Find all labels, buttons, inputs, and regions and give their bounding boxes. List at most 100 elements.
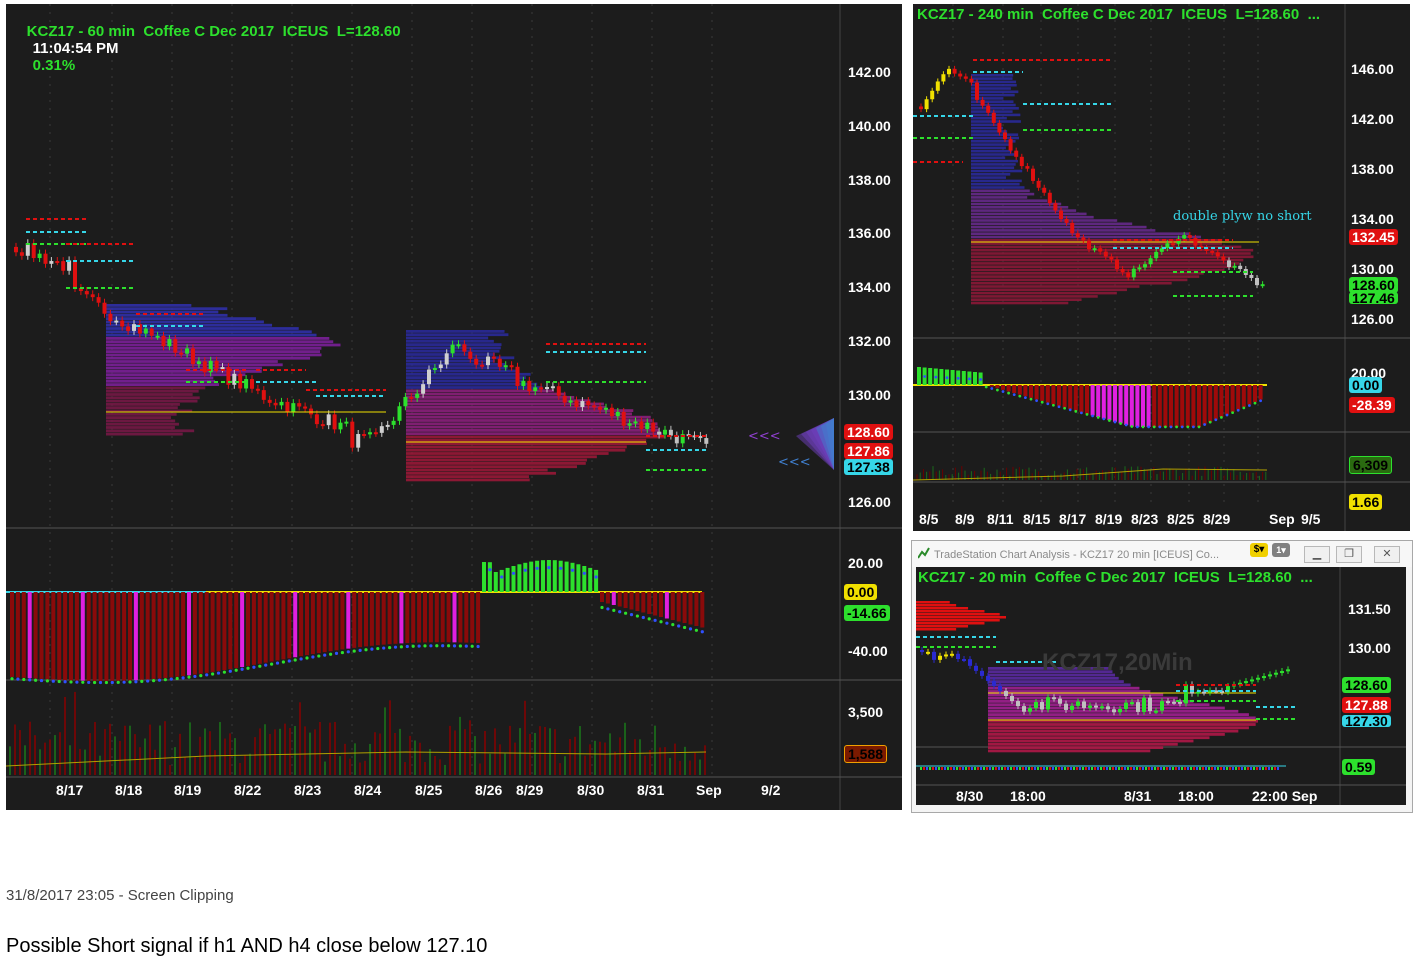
candle-body: [533, 387, 538, 392]
osc-dot: [1148, 767, 1150, 770]
candle-body: [545, 387, 549, 390]
candle-body: [633, 421, 638, 424]
volume-profile-bar: [406, 478, 530, 482]
h4-osc-zero-tag: 0.00: [1349, 377, 1383, 393]
candle-body: [938, 655, 942, 660]
m20-price-tick-2: 130.00: [1348, 640, 1391, 656]
candle-body: [1249, 274, 1254, 278]
candle-body: [31, 243, 36, 259]
osc-bar: [222, 592, 227, 671]
candle-body: [1046, 697, 1050, 710]
volume-profile-bar: [988, 726, 1249, 730]
volume-profile-bar: [971, 225, 1147, 229]
volume-profile-bar: [916, 604, 957, 607]
candle-body: [90, 294, 95, 298]
osc-signal-dot: [222, 670, 226, 674]
volume-profile-bar: [971, 182, 1020, 186]
osc-dot: [1103, 767, 1105, 770]
candle-body: [1053, 203, 1058, 211]
osc-signal-dot: [1001, 390, 1005, 393]
osc-signal-dot: [45, 679, 50, 683]
m20-date-2: 8/31: [1124, 788, 1152, 804]
osc-dot: [1085, 767, 1087, 770]
osc-dot: [983, 767, 985, 770]
candle-body: [1112, 709, 1116, 713]
m20-chart-canvas[interactable]: [916, 567, 1406, 805]
osc-bar: [629, 592, 634, 610]
candle-body: [385, 424, 390, 427]
h4-chart-canvas[interactable]: [913, 4, 1410, 531]
m20-chart-panel[interactable]: KCZ17 - 20 min Coffee C Dec 2017 ICEUS L…: [916, 567, 1406, 805]
close-button[interactable]: ✕: [1374, 546, 1400, 563]
osc-signal-dot: [51, 679, 55, 683]
h4-chart-annotation: double plyw no short: [1173, 209, 1312, 224]
osc-signal-dot: [1231, 411, 1234, 415]
volume-profile-bar: [406, 442, 647, 445]
main-chart-symbol: KCZ17 - 60 min Coffee C Dec 2017 ICEUS L…: [26, 23, 401, 40]
h4-chart-panel[interactable]: KCZ17 - 240 min Coffee C Dec 2017 ICEUS …: [913, 4, 1410, 531]
candle-body: [397, 406, 402, 421]
m20-red-level-tag: 127.88: [1342, 697, 1391, 713]
m20-osc-tag: 0.59: [1342, 759, 1376, 775]
osc-bar: [529, 561, 534, 592]
volume-profile-bar: [988, 703, 1210, 707]
m20-window-titlebar[interactable]: TradeStation Chart Analysis - KCZ17 20 m…: [912, 541, 1412, 567]
osc-bar: [1073, 385, 1078, 411]
candle-body: [1106, 706, 1110, 710]
osc-dot: [1250, 767, 1252, 770]
candle-body: [956, 653, 960, 659]
candle-body: [1131, 268, 1136, 278]
main-cyan-level-tag: 127.38: [844, 459, 893, 475]
osc-dot: [947, 767, 949, 770]
dollar-icon[interactable]: $▾: [1250, 543, 1268, 557]
candle-body: [980, 99, 985, 106]
osc-signal-dot: [270, 662, 274, 666]
osc-signal-dot: [945, 376, 949, 380]
osc-signal-dot: [87, 680, 91, 685]
volume-profile-bar: [971, 189, 1030, 193]
osc-dot: [1115, 767, 1117, 770]
osc-signal-dot: [1242, 406, 1246, 410]
osc-bar: [192, 592, 197, 675]
osc-bar: [346, 592, 351, 649]
main-chart-canvas[interactable]: <<< <<<: [6, 4, 902, 810]
osc-signal-dot: [1063, 406, 1066, 410]
osc-signal-dot: [700, 630, 704, 634]
candle-body: [651, 422, 656, 432]
volume-profile-bar: [406, 402, 604, 406]
osc-dot: [1262, 767, 1264, 770]
osc-signal-dot: [529, 567, 533, 571]
candle-body: [338, 422, 343, 430]
candle-body: [314, 414, 319, 425]
osc-dot: [1001, 767, 1003, 770]
candle-body: [297, 403, 302, 407]
osc-bar: [600, 592, 604, 602]
candle-body: [73, 260, 77, 288]
m20-window[interactable]: TradeStation Chart Analysis - KCZ17 20 m…: [911, 540, 1413, 813]
osc-dot: [962, 767, 964, 770]
main-volume-tag: 1,588: [844, 745, 888, 763]
candle-body: [267, 399, 272, 403]
osc-signal-dot: [305, 656, 309, 660]
h4-price-tick-0: 146.00: [1351, 61, 1394, 77]
candle-body: [926, 651, 930, 654]
osc-bar: [45, 592, 50, 680]
volume-profile-bar: [971, 116, 1007, 120]
candle-body: [604, 407, 608, 410]
osc-dot: [1043, 767, 1045, 770]
minimize-button[interactable]: ▁: [1304, 546, 1330, 563]
volume-profile-bar: [971, 235, 1201, 239]
volume-profile-bar: [916, 628, 957, 631]
osc-bar: [659, 592, 663, 617]
osc-dot: [1223, 767, 1225, 770]
osc-bar: [287, 592, 292, 659]
osc-bar: [1225, 385, 1229, 415]
osc-signal-dot: [264, 663, 268, 667]
main-chart-panel[interactable]: <<< <<< KCZ17 - 60 min Coffee C Dec 2017 …: [6, 4, 902, 810]
link-icon[interactable]: 1▾: [1272, 543, 1290, 557]
osc-bar: [1169, 385, 1173, 427]
osc-dot: [980, 767, 982, 770]
maximize-button[interactable]: ❐: [1336, 546, 1362, 563]
candle-body: [1136, 702, 1140, 712]
osc-bar: [428, 592, 433, 643]
